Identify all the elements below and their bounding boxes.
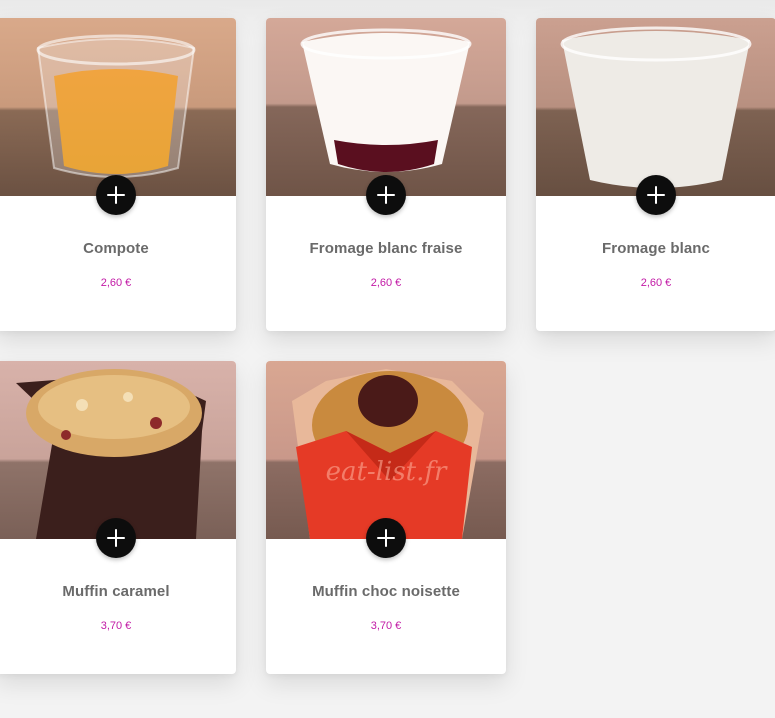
product-card-muffin-caramel[interactable]: Muffin caramel 3,70 € — [0, 361, 236, 674]
product-name: Muffin choc noisette — [312, 583, 460, 600]
product-image-muffin-caramel — [0, 361, 236, 539]
product-name: Muffin caramel — [62, 583, 170, 600]
add-to-cart-button[interactable] — [636, 175, 676, 215]
product-card-fromage-blanc-fraise[interactable]: Fromage blanc fraise 2,60 € — [266, 18, 506, 331]
product-image-fromage-blanc-fraise — [266, 18, 506, 196]
product-price: 2,60 € — [100, 277, 132, 289]
add-to-cart-button[interactable] — [366, 518, 406, 558]
product-price: 2,60 € — [640, 277, 672, 289]
product-price: 3,70 € — [100, 620, 132, 632]
product-image-muffin-choc-noisette: eat-list.fr — [266, 361, 506, 539]
product-name: Fromage blanc fraise — [309, 240, 463, 257]
product-card-fromage-blanc[interactable]: Fromage blanc 2,60 € — [536, 18, 775, 331]
product-image-compote — [0, 18, 236, 196]
add-to-cart-button[interactable] — [96, 518, 136, 558]
product-name: Fromage blanc — [602, 240, 710, 257]
watermark-text: eat-list.fr — [325, 457, 447, 487]
product-card-compote[interactable]: Compote 2,60 € — [0, 18, 236, 331]
product-grid: Compote 2,60 € Fromage blanc fraise 2,60… — [0, 0, 775, 718]
product-name: Compote — [83, 240, 149, 257]
product-card-muffin-choc-noisette[interactable]: eat-list.fr Muffin choc noisette 3,70 € — [266, 361, 506, 674]
product-image-fromage-blanc — [536, 18, 775, 196]
product-price: 3,70 € — [370, 620, 402, 632]
add-to-cart-button[interactable] — [96, 175, 136, 215]
add-to-cart-button[interactable] — [366, 175, 406, 215]
product-price: 2,60 € — [370, 277, 402, 289]
